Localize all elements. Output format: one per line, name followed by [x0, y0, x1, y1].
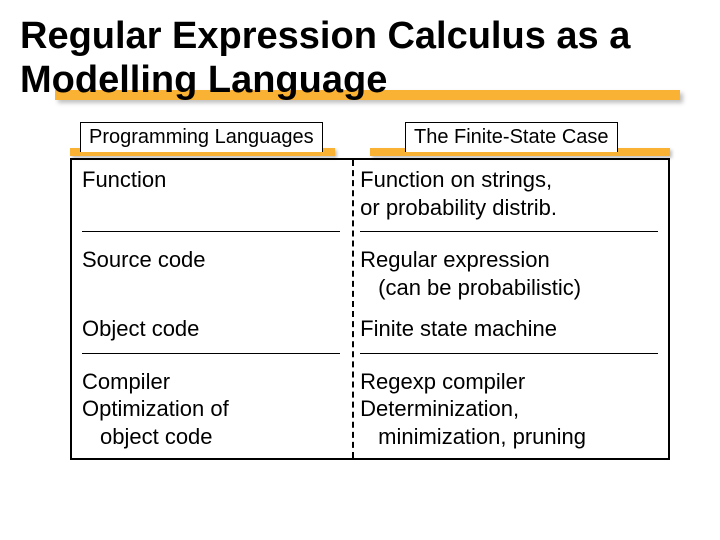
cell-text: minimization, pruning: [360, 423, 658, 451]
underline-row: [72, 351, 668, 362]
table-row: Compiler Optimization of object code Reg…: [72, 362, 668, 459]
underline-row: [72, 229, 668, 240]
cell-underline: [360, 231, 658, 232]
header-right: The Finite-State Case: [405, 122, 618, 152]
column-headers: Programming Languages The Finite-State C…: [70, 122, 650, 154]
cell-text: (can be probabilistic): [360, 274, 658, 302]
cell-text: object code: [82, 423, 340, 451]
table-row: Object code Finite state machine: [72, 309, 668, 351]
cell-text: Function on strings,: [360, 167, 552, 192]
header-left: Programming Languages: [80, 122, 323, 152]
cell-left-object: Object code: [72, 309, 350, 351]
vertical-divider: [352, 160, 354, 458]
slide-title: Regular Expression Calculus as a Modelli…: [20, 15, 700, 102]
cell-text: Determinization,: [360, 396, 519, 421]
cell-left-compiler: Compiler Optimization of object code: [72, 362, 350, 459]
cell-underline: [360, 353, 658, 354]
comparison-table: Function Function on strings, or probabi…: [70, 158, 670, 460]
cell-underline: [82, 353, 340, 354]
cell-text: Compiler: [82, 369, 170, 394]
content-area: Programming Languages The Finite-State C…: [20, 122, 700, 460]
cell-text: or probability distrib.: [360, 195, 557, 220]
table-row: Source code Regular expression (can be p…: [72, 240, 668, 309]
cell-text: Optimization of: [82, 396, 229, 421]
cell-text: Regexp compiler: [360, 369, 525, 394]
cell-right-function: Function on strings, or probability dist…: [350, 160, 668, 229]
cell-left-function: Function: [72, 160, 350, 229]
slide: Regular Expression Calculus as a Modelli…: [0, 0, 720, 540]
cell-right-compiler: Regexp compiler Determinization, minimiz…: [350, 362, 668, 459]
cell-underline: [82, 231, 340, 232]
cell-right-regex: Regular expression (can be probabilistic…: [350, 240, 668, 309]
cell-left-source: Source code: [72, 240, 350, 309]
cell-right-fsm: Finite state machine: [350, 309, 668, 351]
table-row: Function Function on strings, or probabi…: [72, 160, 668, 229]
title-block: Regular Expression Calculus as a Modelli…: [20, 15, 700, 102]
cell-text: Regular expression: [360, 247, 550, 272]
